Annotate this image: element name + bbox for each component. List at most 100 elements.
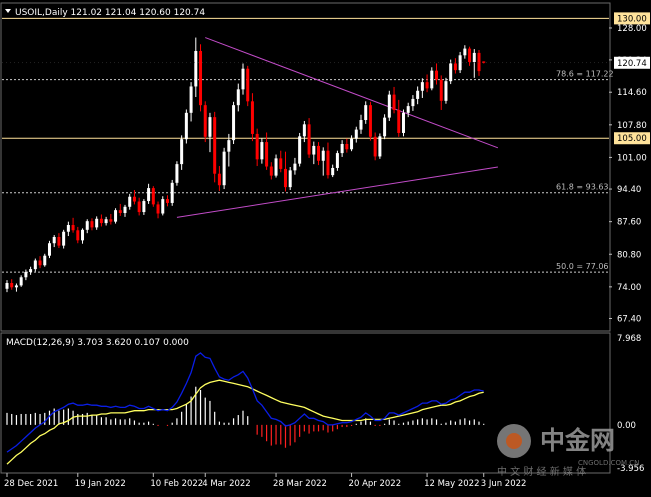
- candle-body: [472, 52, 476, 63]
- level-tag-label: 105.00: [617, 134, 647, 144]
- candle-body: [468, 48, 472, 63]
- candle-body: [307, 124, 311, 155]
- candle-body: [250, 101, 254, 134]
- candle-body: [19, 277, 23, 286]
- price-tick-label: 94.40: [617, 185, 641, 195]
- level-tag-label: 130.00: [617, 14, 647, 24]
- candle-body: [392, 94, 396, 110]
- watermark-tagline: 中 文 财 经 新 媒 体: [497, 465, 586, 478]
- candle-body: [430, 70, 434, 89]
- price-tick-label: 128.00: [617, 24, 647, 34]
- fib-level-label: 78.6 = 117.22: [556, 70, 614, 79]
- candle-body: [213, 117, 217, 174]
- candle-body: [142, 201, 146, 213]
- candle-body: [189, 86, 193, 113]
- candle-body: [76, 230, 80, 241]
- candle-body: [236, 89, 240, 106]
- candle-body: [368, 105, 372, 137]
- candle-body: [85, 221, 89, 230]
- candle-body: [10, 283, 14, 288]
- candle-body: [383, 117, 387, 137]
- candle-body: [199, 50, 203, 106]
- candle-body: [227, 140, 231, 152]
- candle-body: [147, 188, 151, 202]
- candle-body: [232, 105, 236, 141]
- candle-body: [397, 109, 401, 133]
- candle-body: [5, 283, 9, 289]
- candle-body: [387, 94, 391, 118]
- candle-body: [194, 50, 198, 87]
- candle-body: [90, 221, 94, 228]
- candle-body: [114, 210, 118, 222]
- candle-body: [283, 168, 287, 188]
- chart-window: 78.6 = 117.22 61.8 = 93.63 50.0 = 77.06 12…: [0, 0, 651, 493]
- candle-body: [435, 70, 439, 80]
- candle-body: [71, 225, 75, 231]
- candle-body: [317, 145, 321, 161]
- candle-body: [288, 170, 292, 188]
- candle-body: [180, 139, 184, 165]
- candle-body: [137, 201, 141, 213]
- candle-body: [260, 142, 264, 160]
- time-tick-label: 12 May 2022: [424, 479, 479, 489]
- candle-body: [104, 219, 108, 224]
- candle-body: [269, 166, 273, 176]
- candle-body: [373, 136, 377, 157]
- watermark-domain: CNGOLD.COM.CN: [578, 459, 639, 467]
- price-tick-label: 101.00: [617, 153, 647, 163]
- candle-body: [14, 285, 18, 288]
- price-tick-label: 87.60: [617, 218, 641, 228]
- candle-body: [406, 106, 410, 113]
- candle-body: [184, 112, 188, 140]
- candle-body: [425, 82, 429, 89]
- candle-body: [359, 120, 363, 130]
- candle-body: [203, 105, 207, 137]
- candle-body: [156, 204, 160, 214]
- candle-body: [33, 260, 37, 270]
- time-tick-label: 3 Jun 2022: [481, 479, 527, 489]
- symbol-header: USOIL,Daily 121.02 121.04 120.60 120.74: [15, 8, 205, 18]
- candle-body: [109, 219, 113, 222]
- candle-body: [151, 188, 155, 205]
- candle-body: [128, 196, 132, 207]
- current-price-tag: 120.74: [617, 59, 647, 69]
- price-tick-label: 67.40: [617, 314, 641, 324]
- candle-body: [401, 112, 405, 133]
- fib-level-label: 61.8 = 93.63: [556, 183, 609, 192]
- time-tick-label: 28 Dec 2021: [4, 479, 58, 489]
- candle-body: [29, 269, 33, 272]
- logo-inner-icon: [506, 433, 522, 449]
- time-tick-label: 4 Mar 2022: [202, 479, 250, 489]
- candle-body: [118, 210, 122, 214]
- time-tick-label: 28 Mar 2022: [273, 479, 327, 489]
- candle-body: [354, 129, 358, 139]
- candle-body: [265, 142, 269, 167]
- candle-body: [463, 48, 467, 56]
- candle-body: [217, 173, 221, 186]
- candle-body: [326, 150, 330, 176]
- candle-body: [161, 199, 165, 214]
- candle-body: [222, 151, 226, 186]
- candle-body: [132, 196, 136, 202]
- candle-body: [302, 124, 306, 137]
- candle-body: [255, 133, 259, 160]
- candle-body: [57, 236, 61, 246]
- candle-body: [123, 206, 127, 214]
- candle-body: [477, 52, 481, 72]
- candle-body: [345, 143, 349, 150]
- macd-tick-label: 0.00: [617, 421, 636, 431]
- candle-body: [241, 68, 245, 90]
- price-tick-label: 80.80: [617, 250, 641, 260]
- candle-body: [420, 82, 424, 91]
- candle-body: [246, 68, 250, 102]
- candle-body: [321, 150, 325, 161]
- candle-body: [66, 225, 70, 232]
- price-tick-label: 74.00: [617, 283, 641, 293]
- candle-body: [335, 153, 339, 168]
- candle-body: [312, 145, 316, 155]
- candle-body: [444, 81, 448, 101]
- candle-body: [416, 90, 420, 99]
- candle-body: [458, 55, 462, 71]
- candle-body: [99, 218, 103, 224]
- time-tick-label: 19 Jan 2022: [75, 479, 126, 489]
